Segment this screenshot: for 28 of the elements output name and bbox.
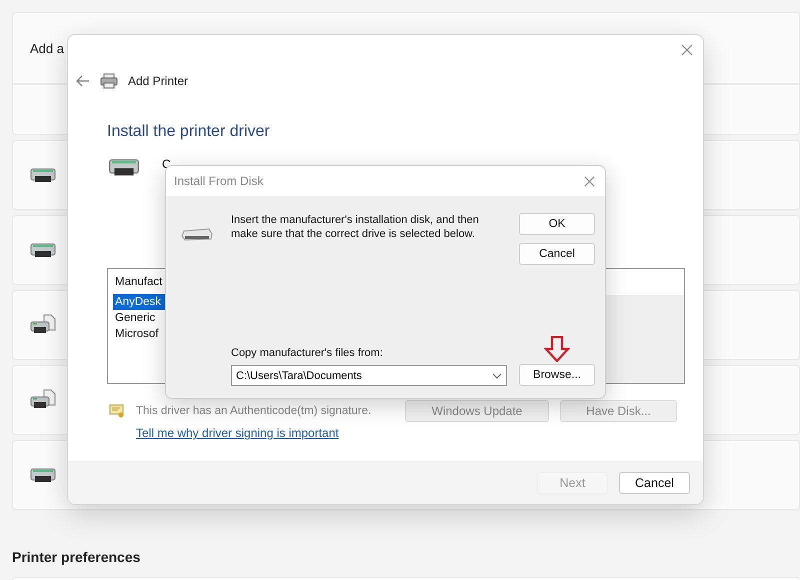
path-combo-box[interactable]: C:\Users\Tara\Documents — [231, 365, 507, 386]
add-device-label: Add a — [30, 40, 64, 56]
signature-text: This driver has an Authenticode(tm) signature. — [136, 405, 372, 417]
cancel-button[interactable]: Cancel — [519, 243, 595, 265]
instruction-text: Insert the manufacturer's installation disk, and then make sure that the correct drive is selected below. — [231, 213, 480, 241]
browse-button[interactable]: Browse... — [519, 364, 595, 386]
manufacturer-item[interactable]: AnyDesk — [113, 294, 166, 310]
section-heading: Printer preferences — [12, 549, 142, 565]
close-icon[interactable] — [584, 176, 595, 186]
disk-drive-icon — [181, 227, 213, 241]
column-header: Manufact — [114, 275, 164, 290]
footer-button[interactable]: Cancel — [619, 472, 690, 494]
certificate-icon — [109, 404, 125, 418]
help-link[interactable]: Tell me why driver signing is important — [136, 426, 339, 440]
field-label: Copy manufacturer's files from: — [231, 347, 384, 359]
manufacturer-item[interactable]: Generic — [113, 310, 166, 326]
close-icon[interactable] — [681, 44, 693, 56]
window-title: Add Printer — [128, 74, 188, 88]
back-arrow-icon[interactable] — [76, 75, 90, 87]
page-heading: Install the printer driver — [107, 123, 271, 141]
chevron-down-icon — [492, 372, 502, 378]
printer-fax-icon — [30, 389, 56, 411]
printer-icon — [100, 73, 118, 89]
down-arrow-icon — [544, 336, 570, 362]
ok-button[interactable]: OK — [519, 213, 595, 235]
printer-fax-icon — [30, 314, 56, 336]
manufacturer-item[interactable]: Microsof — [113, 326, 166, 342]
dialog-title: Install From Disk — [174, 174, 264, 188]
